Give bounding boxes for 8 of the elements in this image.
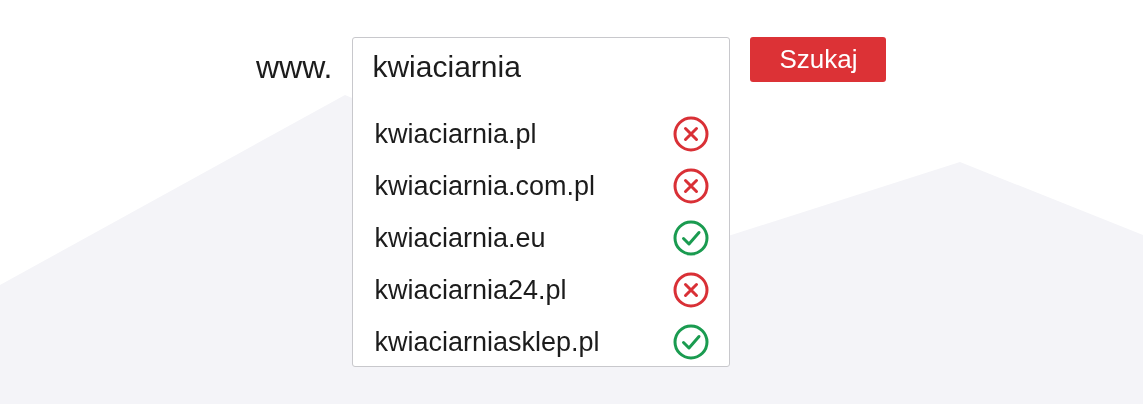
suggestion-item[interactable]: kwiaciarnia.eu (353, 212, 730, 264)
suggestion-item[interactable]: kwiaciarnia.pl (353, 108, 730, 160)
suggestion-item[interactable]: kwiaciarnia.com.pl (353, 160, 730, 212)
suggestion-item[interactable]: kwiaciarniasklep.pl (353, 316, 730, 368)
search-button[interactable]: Szukaj (750, 37, 887, 82)
domain-prefix: www. (256, 49, 333, 86)
suggestion-item[interactable]: kwiaciarnia24.pl (353, 264, 730, 316)
search-field[interactable]: kwiaciarnia (372, 50, 703, 84)
